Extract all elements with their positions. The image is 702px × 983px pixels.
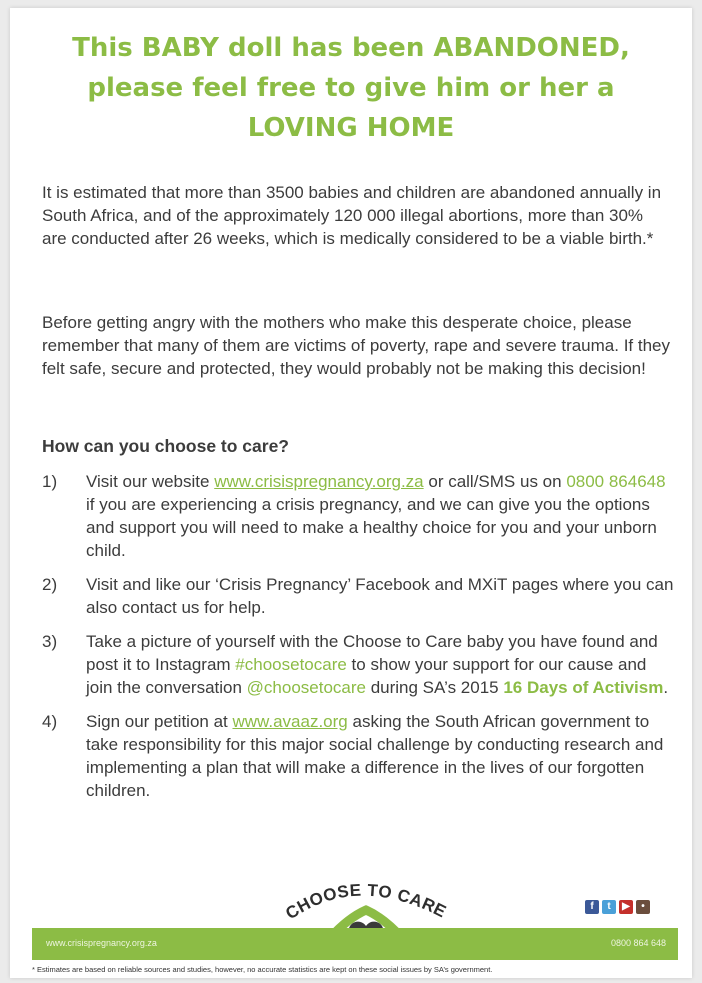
statistics-paragraph: It is estimated that more than 3500 babi…: [42, 183, 662, 248]
headline: This BABY doll has been ABANDONED, pleas…: [30, 28, 672, 148]
step-number: 4): [42, 712, 58, 731]
footer-phone: 0800 864 648: [610, 938, 666, 948]
steps-list: 1) Visit our website www.crisispregnancy…: [42, 470, 677, 802]
step-number: 1): [42, 472, 58, 491]
website-link[interactable]: www.crisispregnancy.org.za: [214, 472, 423, 491]
mxit-icon[interactable]: •: [636, 900, 650, 914]
empathy-paragraph: Before getting angry with the mothers wh…: [42, 313, 671, 378]
step-text: or call/SMS us on: [423, 472, 567, 491]
section-heading: How can you choose to care?: [42, 436, 289, 456]
step-text: during SA’s 2015: [365, 678, 504, 697]
handle: @choosetocare: [246, 678, 366, 697]
campaign-name: 16 Days of Activism: [503, 678, 664, 697]
twitter-icon[interactable]: t: [602, 900, 616, 914]
list-item: 1) Visit our website www.crisispregnancy…: [42, 470, 677, 562]
petition-link[interactable]: www.avaaz.org: [232, 712, 347, 731]
list-item: 4) Sign our petition at www.avaaz.org as…: [42, 710, 677, 802]
footnote: * Estimates are based on reliable source…: [32, 965, 493, 974]
logo-text: CHOOSE TO CARE: [282, 881, 449, 924]
footer-bar: www.crisispregnancy.org.za 0800 864 648: [32, 928, 678, 960]
headline-line-2: please feel free to give him or her a: [87, 73, 615, 103]
step-number: 3): [42, 632, 58, 651]
headline-line-1: This BABY doll has been ABANDONED,: [72, 33, 630, 63]
step-text: Visit our website: [86, 472, 215, 491]
list-item: 3) Take a picture of yourself with the C…: [42, 630, 677, 699]
step-text: Sign our petition at: [86, 712, 233, 731]
step-number: 2): [42, 575, 58, 594]
headline-line-3: LOVING HOME: [247, 113, 455, 143]
step-text: Visit and like our ‘Crisis Pregnancy’ Fa…: [86, 575, 674, 617]
facebook-icon[interactable]: f: [585, 900, 599, 914]
footer-url[interactable]: www.crisispregnancy.org.za: [46, 938, 157, 948]
step-text: if you are experiencing a crisis pregnan…: [86, 495, 657, 560]
list-item: 2) Visit and like our ‘Crisis Pregnancy’…: [42, 573, 677, 619]
flyer-sheet: This BABY doll has been ABANDONED, pleas…: [10, 8, 692, 978]
hashtag: #choosetocare: [235, 655, 347, 674]
step-text: .: [663, 678, 669, 697]
youtube-icon[interactable]: ▶: [619, 900, 633, 914]
social-icons: f t ▶ •: [585, 900, 650, 914]
phone-number: 0800 864648: [566, 472, 666, 491]
